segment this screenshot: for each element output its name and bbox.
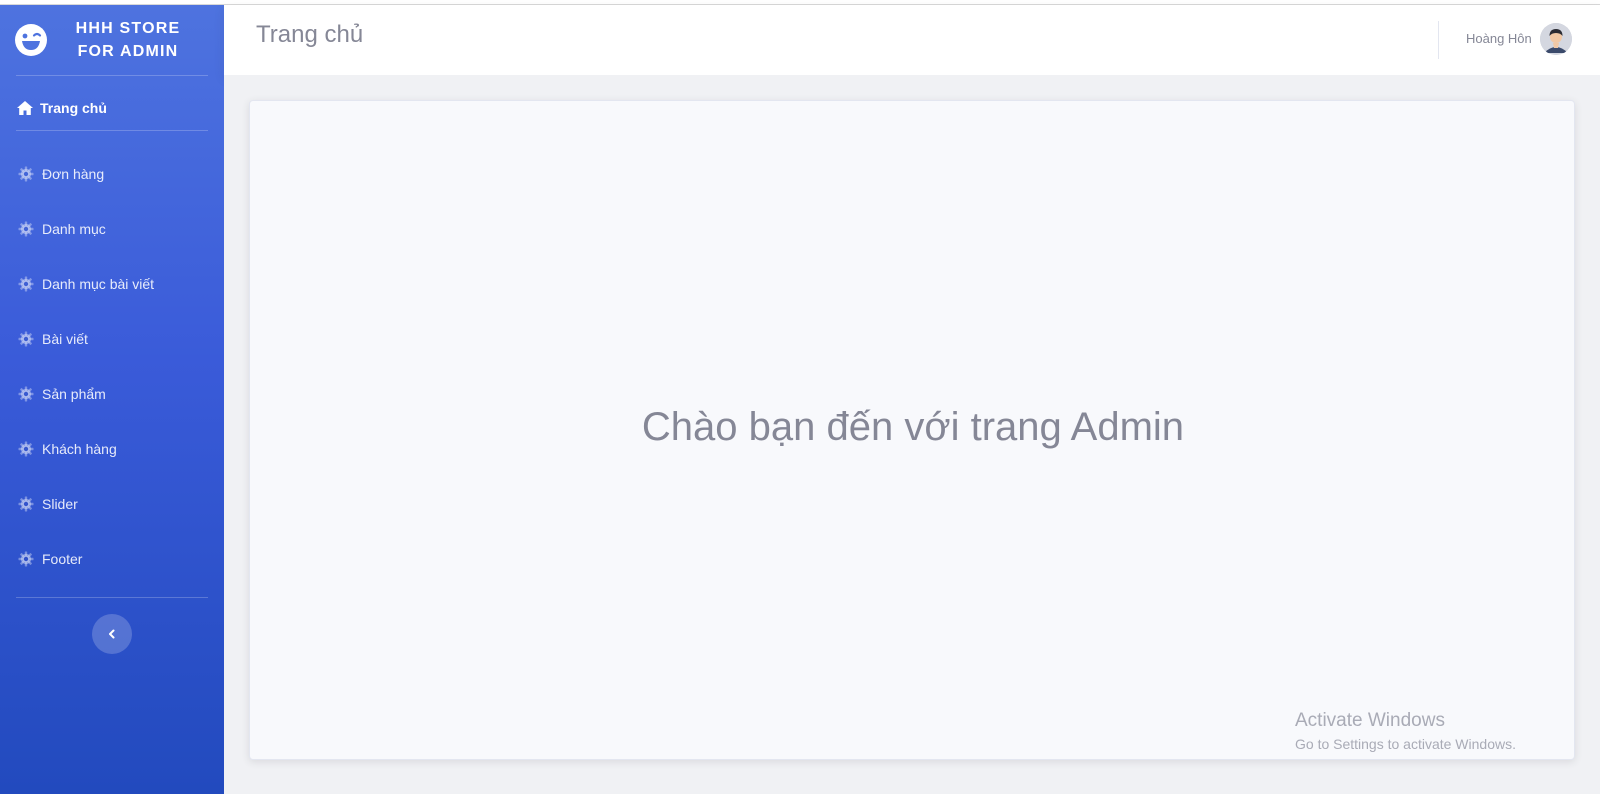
sidebar-divider <box>16 597 208 598</box>
watermark-title: Activate Windows <box>1295 710 1445 731</box>
cog-icon <box>18 276 34 292</box>
sidebar-item-label: Sản phẩm <box>42 386 106 402</box>
cog-icon <box>18 166 34 182</box>
topbar: Trang chủ Hoàng Hôn <box>224 5 1600 75</box>
sidebar-item-home[interactable]: Trang chủ <box>16 93 208 123</box>
app-root: HHH STORE FOR ADMIN Trang chủ Đơn hàng D… <box>0 0 1600 794</box>
cog-icon <box>18 496 34 512</box>
watermark-subtitle: Go to Settings to activate Windows. <box>1295 736 1516 752</box>
sidebar-item-post-categories[interactable]: Danh mục bài viết <box>16 266 208 302</box>
sidebar-item-label: Trang chủ <box>40 100 107 116</box>
cog-icon <box>18 551 34 567</box>
cog-icon <box>18 331 34 347</box>
user-name[interactable]: Hoàng Hôn <box>1466 31 1532 46</box>
sidebar-item-orders[interactable]: Đơn hàng <box>16 156 208 192</box>
sidebar-divider <box>16 75 208 76</box>
home-icon <box>17 101 33 115</box>
sidebar-item-categories[interactable]: Danh mục <box>16 211 208 247</box>
sidebar-item-label: Khách hàng <box>42 441 117 457</box>
sidebar-item-footer[interactable]: Footer <box>16 541 208 577</box>
cog-icon <box>18 386 34 402</box>
sidebar-brand[interactable]: HHH STORE FOR ADMIN <box>0 5 224 75</box>
welcome-message: Chào bạn đến với trang Admin <box>641 405 1185 449</box>
chevron-left-icon <box>109 629 115 639</box>
cog-icon <box>18 441 34 457</box>
sidebar-toggle-button[interactable] <box>92 614 132 654</box>
topbar-divider <box>1438 21 1439 59</box>
sidebar-item-label: Bài viết <box>42 331 88 347</box>
laugh-wink-icon <box>15 24 47 56</box>
brand-name: HHH STORE FOR ADMIN <box>62 17 194 63</box>
windows-activation-watermark: Activate Windows Go to Settings to activ… <box>1295 710 1516 752</box>
sidebar-divider <box>16 130 208 131</box>
welcome-card: Chào bạn đến với trang Admin <box>249 100 1575 760</box>
sidebar-item-label: Slider <box>42 496 78 512</box>
sidebar-item-posts[interactable]: Bài viết <box>16 321 208 357</box>
sidebar-item-slider[interactable]: Slider <box>16 486 208 522</box>
sidebar-item-label: Danh mục bài viết <box>42 276 155 292</box>
cog-icon <box>18 221 34 237</box>
avatar[interactable] <box>1540 23 1572 55</box>
brand-line-1: HHH STORE <box>75 20 181 37</box>
page-title: Trang chủ <box>256 21 364 48</box>
sidebar-item-label: Footer <box>42 551 83 567</box>
sidebar: HHH STORE FOR ADMIN Trang chủ Đơn hàng D… <box>0 5 224 794</box>
sidebar-item-products[interactable]: Sản phẩm <box>16 376 208 412</box>
sidebar-item-customers[interactable]: Khách hàng <box>16 431 208 467</box>
sidebar-item-label: Danh mục <box>42 221 106 237</box>
user-avatar-icon <box>1540 23 1572 55</box>
brand-line-2: FOR ADMIN <box>77 43 179 60</box>
sidebar-item-label: Đơn hàng <box>42 166 105 182</box>
